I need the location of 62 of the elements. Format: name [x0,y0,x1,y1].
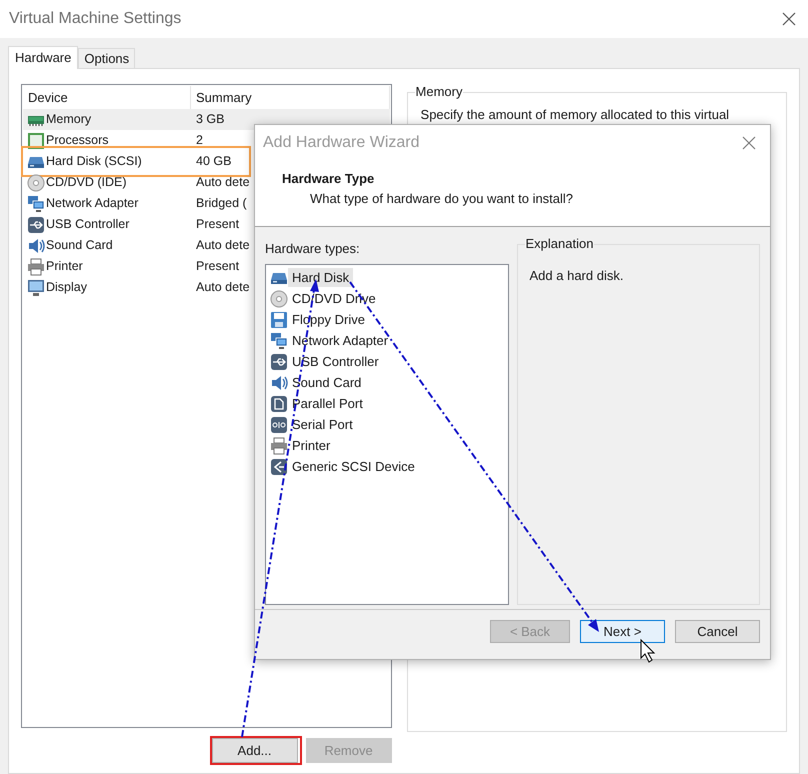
dialog-title: Add Hardware Wizard [263,133,420,153]
window-title: Virtual Machine Settings [9,9,182,29]
table-cell-text: Processors [46,132,109,150]
table-cell-text: Hard Disk (SCSI) [46,153,142,170]
table-cell: 3 GB [196,112,224,126]
table-row[interactable]: Hard Disk (SCSI) 40 GB [23,151,390,172]
wizard-subheading: What type of hardware do you want to install? [310,191,574,207]
table-cell: Bridged ( [196,196,247,210]
list-item[interactable]: Hard Disk [288,268,354,287]
serial-port-icon [270,416,288,434]
button[interactable]: Cancel [675,620,760,643]
tab[interactable]: Options [78,48,136,68]
list-item[interactable]: CD/DVD Drive [288,289,380,308]
table-cell-text: Memory [46,111,92,128]
explanation-text: Add a hard disk. [530,268,624,284]
list-item[interactable]: Printer [288,436,334,455]
table-cell: 2 [196,133,203,148]
table-cell-text: Printer [46,258,83,276]
table-cell-text: USB Controller [46,216,130,234]
tab[interactable]: Hardware [8,46,78,69]
speaker-icon [270,374,288,392]
table-cell-text: CD/DVD (IDE) [46,174,127,192]
table-cell: Auto dete [196,175,250,190]
printer-icon [270,436,288,454]
table-row[interactable]: USB Controller Present [23,214,390,235]
close-icon[interactable] [742,136,756,150]
mouse-cursor-icon [640,638,656,663]
button[interactable]: Next > [580,620,665,643]
group-title: Memory [414,84,464,100]
usb-icon [27,216,45,234]
list-item[interactable]: Parallel Port [288,394,367,413]
close-icon[interactable] [782,12,796,26]
table-cell-text: Display [46,279,87,296]
table-cell: 40 GB [196,154,232,168]
group-title: Explanation [524,236,594,252]
table-cell-text: Network Adapter [46,195,138,212]
network-computers-icon [27,194,45,212]
list-label: Hardware types: [265,241,361,257]
list-item[interactable]: Network Adapter [288,331,392,350]
list-item[interactable]: USB Controller [288,352,383,371]
speaker-icon [27,236,45,254]
monitor-icon [27,278,45,296]
list-item[interactable]: Floppy Drive [288,310,369,329]
usb-icon [270,352,288,370]
disc-icon [270,290,288,308]
list-item[interactable]: Generic SCSI Device [288,457,419,476]
table-cell: Auto dete [196,238,250,252]
list-item[interactable]: Sound Card [288,373,366,392]
table-cell: Present [196,217,240,232]
memory-description: Specify the amount of memory allocated to this virtual [420,107,730,123]
disc-icon [27,174,45,192]
list-item[interactable]: Serial Port [288,415,357,434]
network-computers-icon [270,332,288,350]
printer-icon [27,258,45,276]
table-cell: Auto dete [196,280,250,294]
document-port-icon [270,394,288,412]
table-cell-text: Sound Card [46,237,113,254]
wizard-heading: Hardware Type [282,171,376,187]
table-cell: Present [196,259,240,274]
scsi-device-icon [270,458,288,476]
button[interactable]: Add... [212,738,298,763]
processor-icon [27,132,45,150]
